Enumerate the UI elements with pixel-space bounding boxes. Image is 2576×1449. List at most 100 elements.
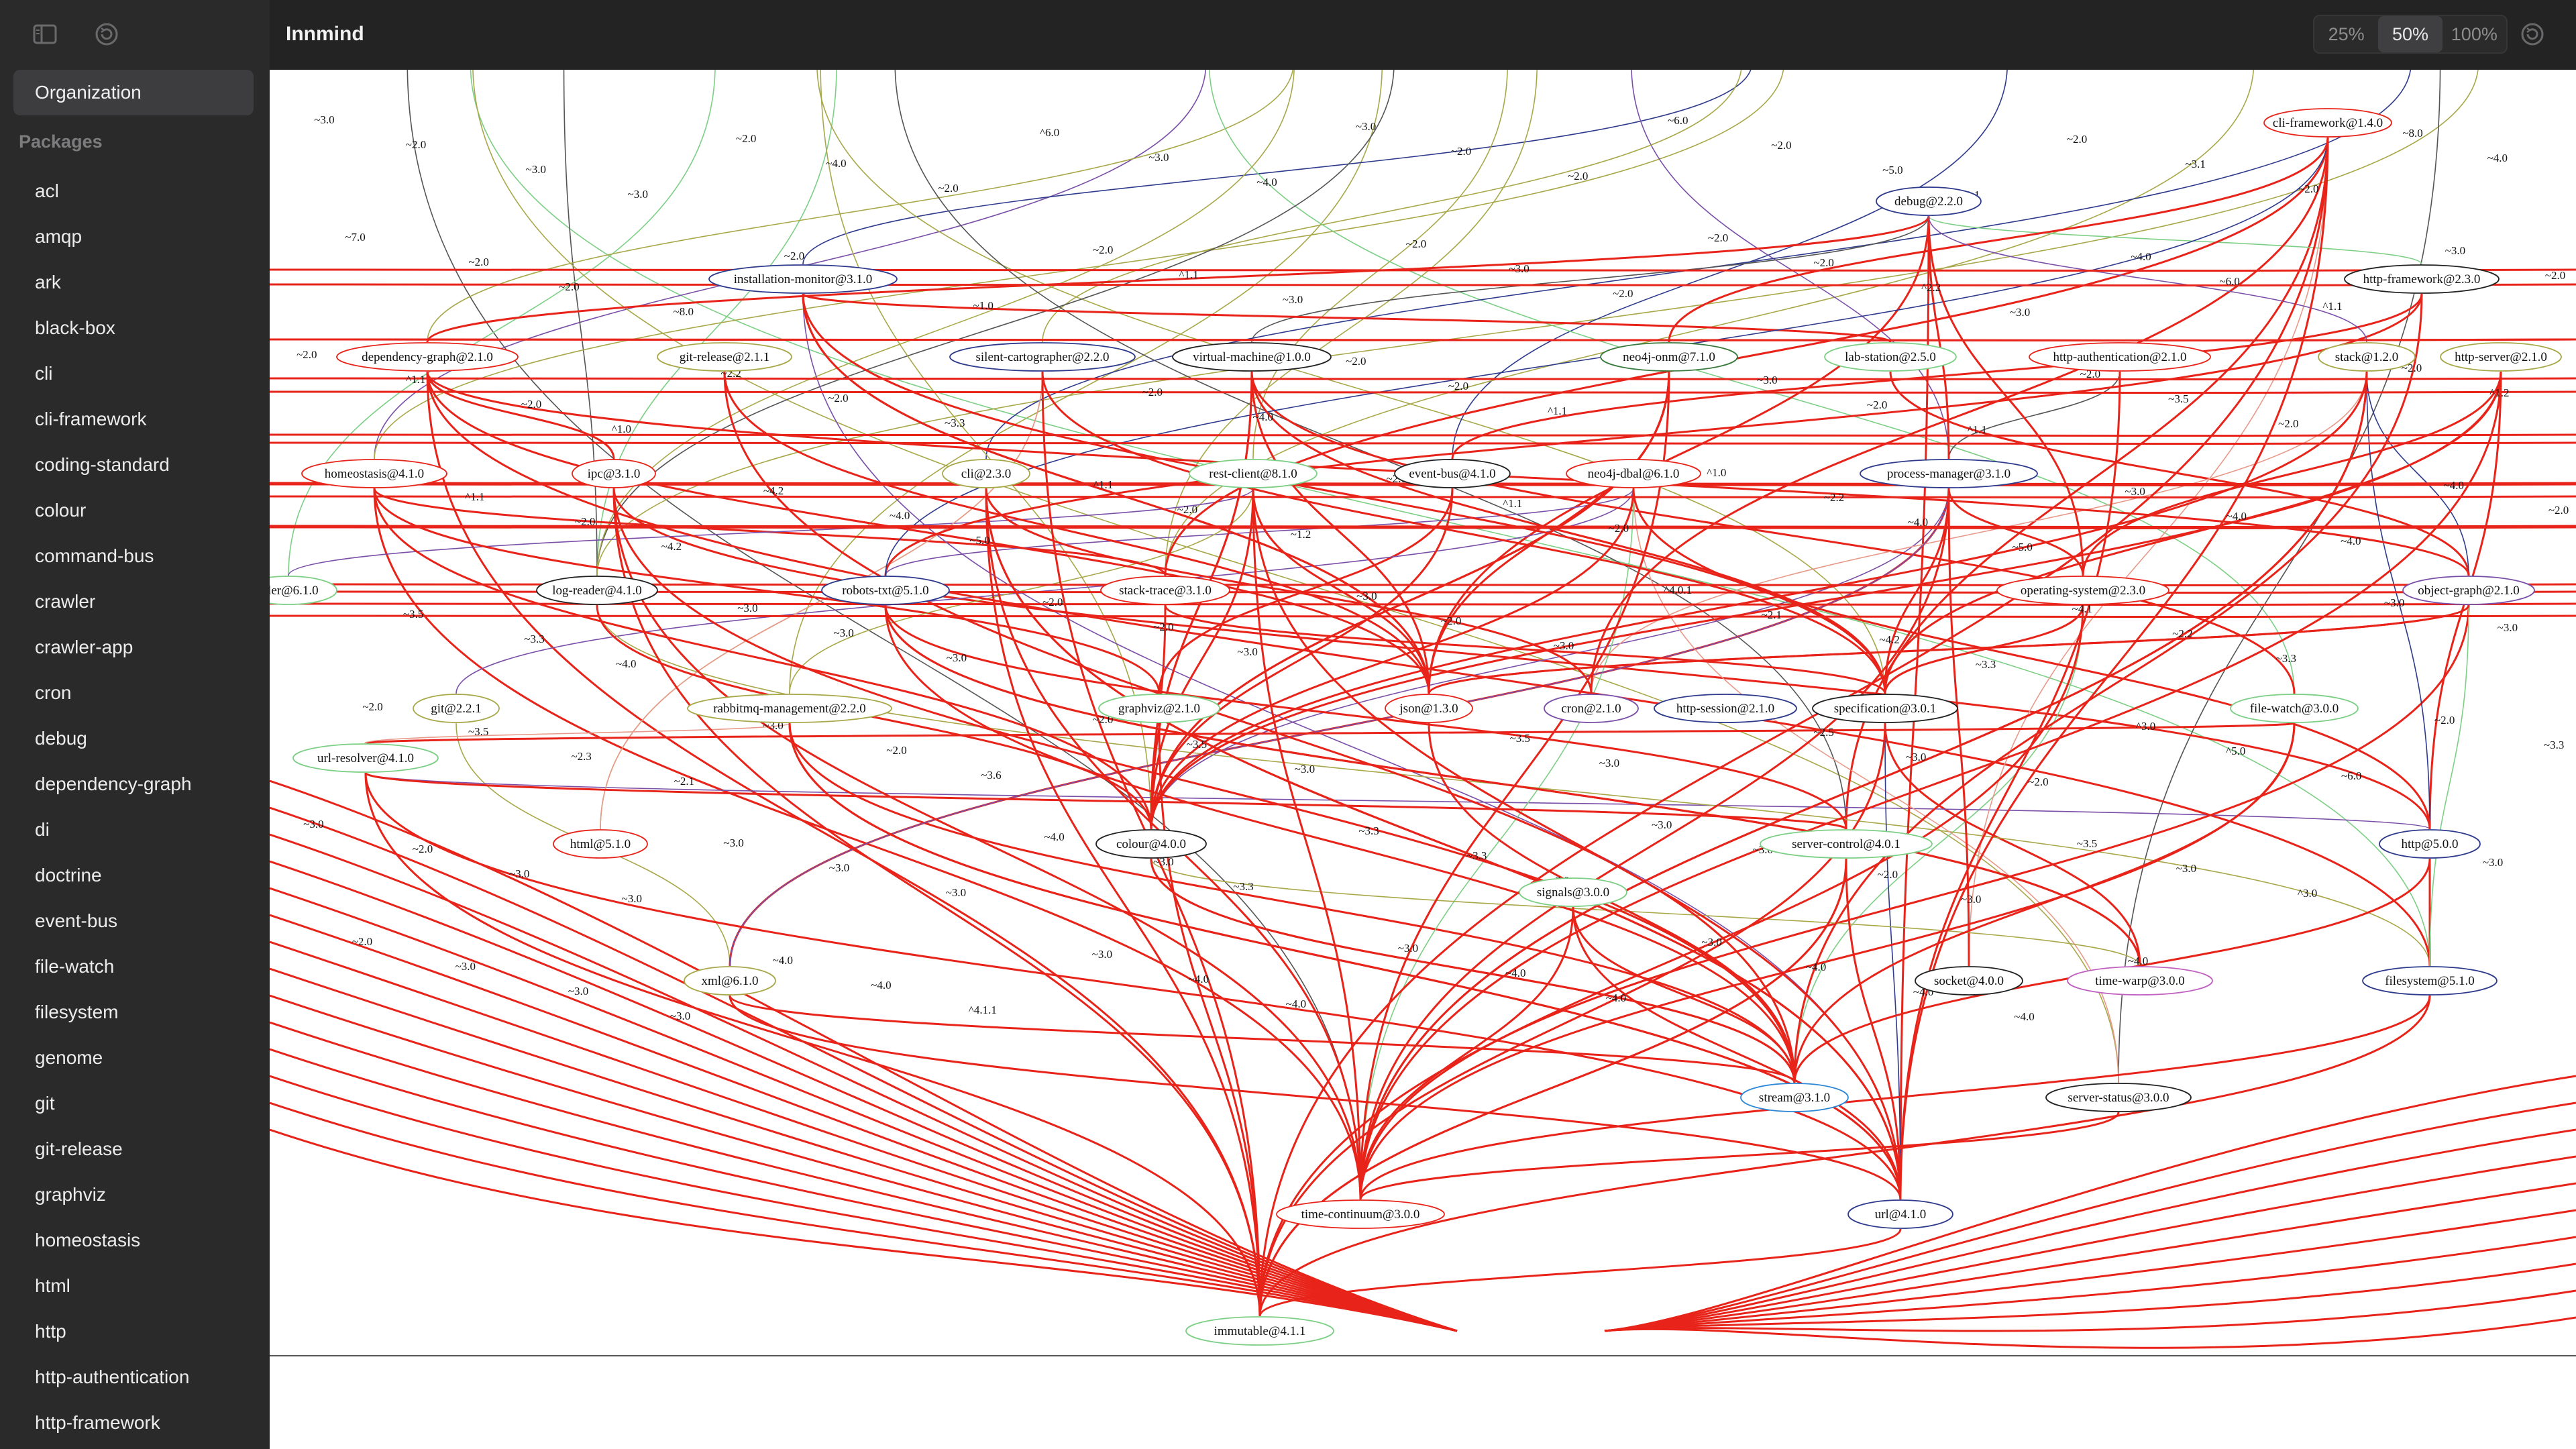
sidebar-item-http-framework[interactable]: http-framework [13,1400,254,1446]
edge-version-label: ~3.0 [1906,751,1926,763]
sidebar-item-doctrine[interactable]: doctrine [13,853,254,898]
package-node-graphviz[interactable]: graphviz@2.1.0 [1098,694,1220,723]
sidebar-toggle-icon[interactable] [31,20,59,48]
package-node-dependency-graph[interactable]: dependency-graph@2.1.0 [336,342,519,372]
package-node-http-framework[interactable]: http-framework@2.3.0 [2344,264,2500,294]
sidebar-item-http[interactable]: http [13,1309,254,1354]
package-node-xml[interactable]: xml@6.1.0 [684,966,776,996]
sidebar-item-homeostasis[interactable]: homeostasis [13,1218,254,1263]
sidebar-item-coding-standard[interactable]: coding-standard [13,442,254,488]
package-node-robots-txt[interactable]: robots-txt@5.1.0 [821,576,950,605]
package-node-object-graph[interactable]: object-graph@2.1.0 [2402,576,2535,605]
zoom-25-button[interactable]: 25% [2314,16,2378,52]
package-node-json[interactable]: json@1.3.0 [1385,694,1473,723]
package-node-log-reader[interactable]: log-reader@4.1.0 [536,576,658,605]
edge-version-label: ~4.0 [2444,479,2464,492]
package-node-http-authentication[interactable]: http-authentication@2.1.0 [2029,342,2211,372]
sidebar-item-amqp[interactable]: amqp [13,214,254,260]
package-node-time-continuum[interactable]: time-continuum@3.0.0 [1276,1199,1445,1229]
package-node-stack-trace[interactable]: stack-trace@3.1.0 [1100,576,1230,605]
package-node-socket[interactable]: socket@4.0.0 [1915,966,2023,996]
package-node-event-bus[interactable]: event-bus@4.1.0 [1394,459,1511,488]
graph-edge [270,389,2576,394]
package-node-colour[interactable]: colour@4.0.0 [1095,829,1207,859]
package-node-specification[interactable]: specification@3.0.1 [1812,694,1958,723]
graph-edge [407,70,1361,1200]
sidebar-item-file-watch[interactable]: file-watch [13,944,254,989]
sidebar-item-crawler-app[interactable]: crawler-app [13,625,254,670]
sidebar-item-acl[interactable]: acl [13,168,254,214]
package-node-lab-station[interactable]: lab-station@2.5.0 [1824,342,1957,372]
edge-version-label: ~2.0 [1406,237,1426,250]
package-node-git-release[interactable]: git-release@2.1.1 [657,342,792,372]
edge-version-label: ~2.5 [1813,726,1833,739]
zoom-50-button[interactable]: 50% [2378,16,2443,52]
package-node-immutable[interactable]: immutable@4.1.1 [1185,1316,1334,1346]
reset-icon[interactable] [2518,20,2546,48]
package-node-http[interactable]: http@5.0.0 [2379,829,2481,859]
sidebar-item-graphviz[interactable]: graphviz [13,1172,254,1218]
sidebar-item-crawler[interactable]: crawler [13,579,254,625]
package-node-virtual-machine[interactable]: virtual-machine@1.0.0 [1172,342,1332,372]
package-node-neo4j-dbal[interactable]: neo4j-dbal@6.1.0 [1566,459,1701,488]
package-node-ipc[interactable]: ipc@3.1.0 [572,459,656,488]
package-node-silent-cartographer[interactable]: silent-cartographer@2.2.0 [949,342,1136,372]
package-node-http-session[interactable]: http-session@2.1.0 [1654,694,1797,723]
sidebar-item-git-release[interactable]: git-release [13,1126,254,1172]
package-node-cron[interactable]: cron@2.1.0 [1544,694,1639,723]
package-node-rabbitmq-management[interactable]: rabbitmq-management@2.2.0 [687,694,892,723]
package-node-stream[interactable]: stream@3.1.0 [1740,1083,1849,1112]
package-node-http-server[interactable]: http-server@2.1.0 [2440,342,2562,372]
sidebar-item-git[interactable]: git [13,1081,254,1126]
package-node-git[interactable]: git@2.2.1 [413,694,500,723]
edge-version-label: ~4.0 [2128,955,2148,967]
sidebar-item-event-bus[interactable]: event-bus [13,898,254,944]
package-node-homeostasis[interactable]: homeostasis@4.1.0 [301,459,447,488]
sidebar-item-cron[interactable]: cron [13,670,254,716]
package-node-cli-framework[interactable]: cli-framework@1.4.0 [2263,108,2392,138]
sidebar-item-ark[interactable]: ark [13,260,254,305]
sidebar-item-filesystem[interactable]: filesystem [13,989,254,1035]
reload-icon[interactable] [93,20,121,48]
package-node-installation-monitor[interactable]: installation-monitor@3.1.0 [708,264,898,294]
graph-edge [270,833,1458,1332]
package-node-server-control[interactable]: server-control@4.0.1 [1760,829,1933,859]
package-node-filesystem[interactable]: filesystem@5.1.0 [2362,966,2498,996]
sidebar-item-black-box[interactable]: black-box [13,305,254,351]
package-node-cli[interactable]: cli@2.3.0 [942,459,1030,488]
edge-version-label: ^1.1 [406,373,425,386]
sidebar-item-cli-framework[interactable]: cli-framework [13,396,254,442]
edge-version-label: ~3.0 [1599,757,1619,769]
package-node-crawler[interactable]: wler@6.1.0 [270,576,337,605]
package-node-server-status[interactable]: server-status@3.0.0 [2045,1083,2192,1112]
sidebar-item-di[interactable]: di [13,807,254,853]
package-node-file-watch[interactable]: file-watch@3.0.0 [2230,694,2359,723]
sidebar-item-dependency-graph[interactable]: dependency-graph [13,761,254,807]
package-node-operating-system[interactable]: operating-system@2.3.0 [1996,576,2169,605]
organization-item[interactable]: Organization [13,70,254,115]
sidebar-item-colour[interactable]: colour [13,488,254,533]
sidebar-item-genome[interactable]: genome [13,1035,254,1081]
edge-version-label: ~3.0 [1295,763,1315,775]
node-label: html@5.1.0 [570,837,631,851]
dependency-graph-canvas[interactable]: ~3.0 ~2.0 ~3.0 ~3.0 ~2.0 ~4.0 ~2.0 ^6.0 ~3.0 ~4.0… [270,70,2576,1356]
package-node-signals[interactable]: signals@3.0.0 [1519,877,1627,907]
package-node-url-resolver[interactable]: url-resolver@4.1.0 [292,743,439,773]
sidebar-item-debug[interactable]: debug [13,716,254,761]
sidebar-item-http-authentication[interactable]: http-authentication [13,1354,254,1400]
package-node-rest-client[interactable]: rest-client@8.1.0 [1189,459,1318,488]
sidebar-item-command-bus[interactable]: command-bus [13,533,254,579]
package-node-url[interactable]: url@4.1.0 [1847,1199,1953,1229]
zoom-100-button[interactable]: 100% [2443,16,2506,52]
package-node-stack[interactable]: stack@1.2.0 [2318,342,2416,372]
edge-version-label: ~4.0 [616,657,636,670]
edge-version-label: ~3.0 [723,837,743,849]
package-node-neo4j-onm[interactable]: neo4j-onm@7.1.0 [1600,342,1738,372]
package-node-time-warp[interactable]: time-warp@3.0.0 [2067,966,2213,996]
sidebar-item-html[interactable]: html [13,1263,254,1309]
node-label: dependency-graph@2.1.0 [362,350,493,364]
package-node-process-manager[interactable]: process-manager@3.1.0 [1860,459,2038,488]
package-node-debug[interactable]: debug@2.2.0 [1876,186,1982,216]
sidebar-item-cli[interactable]: cli [13,351,254,396]
package-node-html[interactable]: html@5.1.0 [553,829,648,859]
